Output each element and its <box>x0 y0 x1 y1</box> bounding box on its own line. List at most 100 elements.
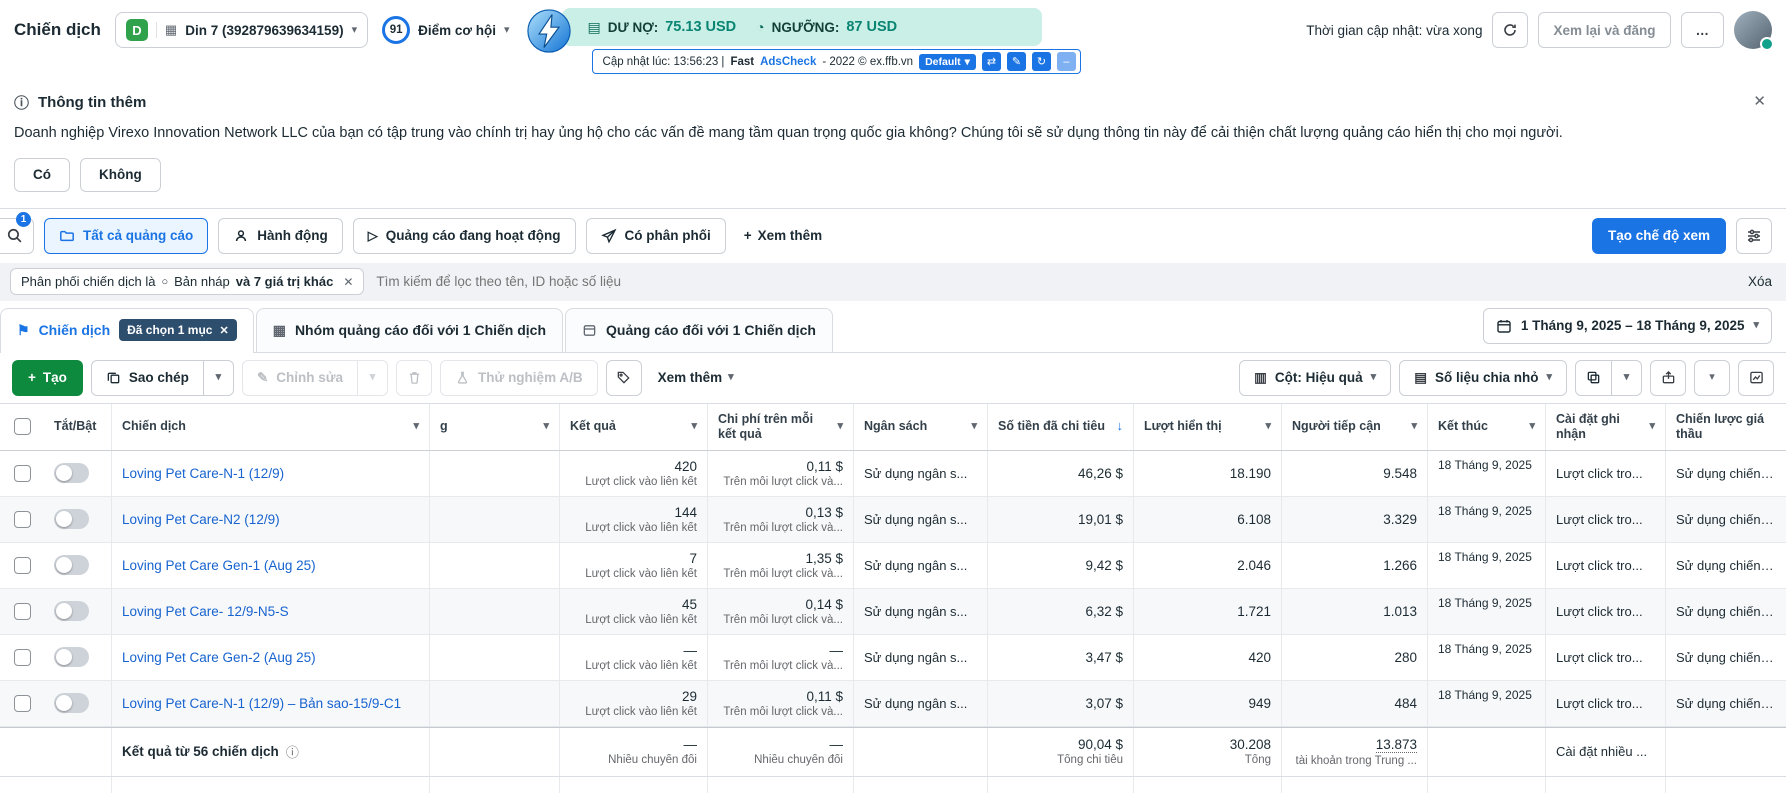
row-checkbox[interactable] <box>13 648 31 666</box>
filter-active-ads[interactable]: ▷ Quảng cáo đang hoạt động <box>352 217 576 254</box>
balance-banner: ▤ DƯ NỢ: 75.13 USD ◔ NGƯỠNG: 87 USD <box>561 8 1042 46</box>
chart-button[interactable] <box>1738 359 1774 396</box>
search-button[interactable]: 1 <box>0 211 34 254</box>
create-view-button[interactable]: Tạo chế độ xem <box>1591 217 1726 254</box>
account-selector[interactable]: D ▦ Din 7 (392879639634159) ▾ <box>114 12 369 48</box>
export-options-caret[interactable]: ▾ <box>1694 359 1730 396</box>
table-totals-row: Kết quả từ 56 chiến dịch ⓘ — Nhiều chuyển … <box>0 726 1786 777</box>
campaign-toggle[interactable] <box>54 647 89 668</box>
delivery-cell <box>430 542 560 589</box>
header-bid-strategy[interactable]: Chiến lược giá thầu <box>1666 404 1786 450</box>
header-impressions[interactable]: Lượt hiển thị ▾ <box>1134 403 1282 450</box>
create-button[interactable]: + Tạo <box>12 359 83 396</box>
breakdown-dropdown[interactable]: ▤ Số liệu chia nhỏ ▾ <box>1399 359 1567 396</box>
campaign-link[interactable]: Loving Pet Care Gen-2 (Aug 25) <box>122 650 316 665</box>
date-range-picker[interactable]: 1 Tháng 9, 2025 – 18 Tháng 9, 2025 ▾ <box>1482 307 1772 344</box>
topbar: Chiến dịch D ▦ Din 7 (392879639634159) ▾… <box>0 0 1786 78</box>
ab-test-button[interactable]: Thử nghiệm A/B <box>440 359 598 396</box>
tag-button[interactable] <box>605 359 642 396</box>
info-banner-title: Thông tin thêm <box>38 94 147 111</box>
tab-campaigns[interactable]: ⚑ Chiến dịch Đã chọn 1 mục ✕ <box>0 307 254 353</box>
business-grid-icon: ▦ <box>155 22 177 38</box>
see-more-filters[interactable]: + Xem thêm <box>736 228 830 243</box>
campaign-link[interactable]: Loving Pet Care-N2 (12/9) <box>122 512 280 527</box>
header-budget[interactable]: Ngân sách ▾ <box>854 403 988 450</box>
row-checkbox[interactable] <box>13 556 31 574</box>
budget-cell: Sử dụng ngân s... <box>854 542 988 589</box>
header-reach[interactable]: Người tiếp cận ▾ <box>1282 403 1428 450</box>
filter-has-delivery[interactable]: Có phân phối <box>585 217 726 254</box>
avatar[interactable] <box>1734 11 1774 51</box>
view-settings-button[interactable] <box>1736 217 1772 254</box>
edit-icon[interactable]: ✎ <box>1006 52 1026 71</box>
filter-label: Có phân phối <box>624 228 711 244</box>
header-partial[interactable]: g ▾ <box>430 403 560 450</box>
filter-all-ads[interactable]: Tất cả quảng cáo <box>44 217 209 254</box>
trash-icon <box>409 372 419 384</box>
refresh-icon <box>1504 24 1517 36</box>
header-attribution[interactable]: Cài đặt ghi nhận ▾ <box>1546 403 1666 450</box>
chevron-down-icon: ▾ <box>1753 319 1759 332</box>
row-checkbox[interactable] <box>13 602 31 620</box>
totals-label: Kết quả từ 56 chiến dịch <box>122 744 279 760</box>
campaign-link[interactable]: Loving Pet Care-N-1 (12/9) – Bản sao-15/… <box>122 696 401 711</box>
campaign-toggle[interactable] <box>54 693 89 714</box>
campaign-toggle[interactable] <box>54 555 89 576</box>
minimize-icon[interactable]: – <box>1056 52 1076 71</box>
row-checkbox[interactable] <box>13 510 31 528</box>
filter-actions[interactable]: Hành động <box>218 217 343 254</box>
reports-button[interactable] <box>1575 359 1612 396</box>
tab-ads[interactable]: Quảng cáo đối với 1 Chiến dịch <box>565 307 833 352</box>
refresh-button[interactable] <box>1492 12 1529 48</box>
attribution-cell: Lượt click tro... <box>1546 450 1666 497</box>
campaign-toggle[interactable] <box>54 509 89 530</box>
toolbar-see-more[interactable]: Xem thêm ▾ <box>650 370 742 385</box>
yes-button[interactable]: Có <box>14 157 70 192</box>
row-checkbox[interactable] <box>13 464 31 482</box>
totals-reach[interactable]: 13.873 <box>1375 737 1417 753</box>
header-amount-spent[interactable]: Số tiền đã chi tiêu ↓ <box>988 403 1134 450</box>
delivery-cell <box>430 450 560 497</box>
campaign-link[interactable]: Loving Pet Care- 12/9-N5-S <box>122 604 289 619</box>
review-publish-button[interactable]: Xem lại và đăng <box>1538 12 1671 48</box>
delete-button[interactable] <box>396 359 433 396</box>
duplicate-options-caret[interactable]: ▾ <box>203 359 234 396</box>
opportunity-score-dropdown[interactable]: 91 Điểm cơ hội ▾ <box>382 16 510 44</box>
table-row: Loving Pet Care Gen-2 (Aug 25) — Lượt cli… <box>0 634 1786 681</box>
copy-icon <box>107 372 120 384</box>
clear-filters-link[interactable]: Xóa <box>1748 274 1772 289</box>
header-campaign[interactable]: Chiến dịch ▾ <box>112 403 430 450</box>
header-cost-per-result[interactable]: Chi phí trên mỗi kết quả ▾ <box>708 403 854 450</box>
remove-filter-icon[interactable]: ✕ <box>343 275 353 289</box>
tab-adsets[interactable]: ▦ Nhóm quảng cáo đối với 1 Chiến dịch <box>255 307 564 352</box>
refresh-icon[interactable]: ↻ <box>1031 52 1051 71</box>
header-results[interactable]: Kết quả ▾ <box>560 403 708 450</box>
edit-button[interactable]: ✎ Chỉnh sửa <box>241 359 359 396</box>
header-toggle: Tắt/Bật <box>44 403 112 450</box>
adscheck-default-dropdown[interactable]: Default ▾ <box>919 53 976 70</box>
tag-icon <box>617 371 630 384</box>
campaign-link[interactable]: Loving Pet Care-N-1 (12/9) <box>122 466 284 481</box>
export-button[interactable] <box>1650 359 1686 396</box>
campaign-toggle[interactable] <box>54 463 89 484</box>
campaign-link[interactable]: Loving Pet Care Gen-1 (Aug 25) <box>122 558 316 573</box>
select-all-checkbox[interactable] <box>13 418 31 436</box>
no-button[interactable]: Không <box>80 157 161 192</box>
row-checkbox[interactable] <box>13 694 31 712</box>
delivery-filter-chip[interactable]: Phân phối chiến dịch là ○ Bản nháp và 7 … <box>10 268 365 296</box>
campaign-toggle[interactable] <box>54 601 89 622</box>
filter-search-input[interactable] <box>376 274 1736 290</box>
more-options-button[interactable]: … <box>1680 12 1724 48</box>
bid-strategy-cell: Sử dụng chiến l... <box>1666 497 1786 543</box>
clear-selection-icon[interactable]: ✕ <box>219 324 228 337</box>
duplicate-button[interactable]: Sao chép <box>90 359 204 396</box>
columns-dropdown[interactable]: ▥ Cột: Hiệu quả ▾ <box>1239 359 1392 396</box>
header-end[interactable]: Kết thúc ▾ <box>1428 403 1546 450</box>
close-icon[interactable]: ✕ <box>1753 92 1766 110</box>
swap-icon[interactable]: ⇄ <box>981 52 1001 71</box>
reports-caret[interactable]: ▾ <box>1612 359 1642 396</box>
totals-impressions: 30.208 <box>1229 737 1271 753</box>
filter-label: Quảng cáo đang hoạt động <box>385 228 561 244</box>
selected-count-badge[interactable]: Đã chọn 1 mục ✕ <box>119 319 237 342</box>
edit-options-caret[interactable]: ▾ <box>358 359 389 396</box>
